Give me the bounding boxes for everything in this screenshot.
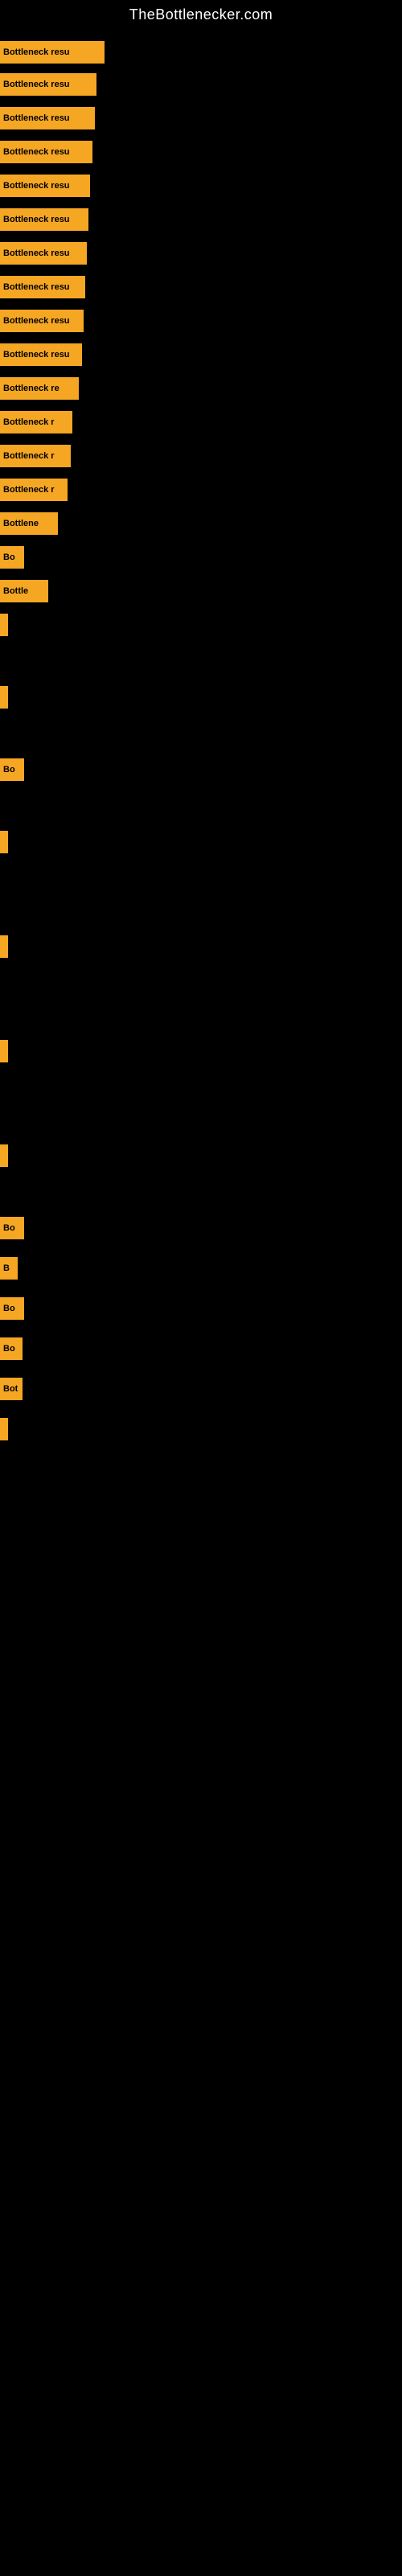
bar-item: Bottleneck re xyxy=(0,377,79,400)
bar-label: Bottleneck resu xyxy=(3,113,70,123)
bar: Bot xyxy=(0,1378,23,1400)
bar-item: Bo xyxy=(0,546,24,569)
bar xyxy=(0,1040,8,1062)
bar-item: Bot xyxy=(0,1378,23,1400)
bar-item: Bo xyxy=(0,1217,24,1239)
bar-item: Bottleneck resu xyxy=(0,175,90,197)
bar-label: Bo xyxy=(3,553,15,562)
bar-item xyxy=(0,686,8,709)
bar-item xyxy=(0,935,8,958)
chart-area: Bottleneck resu Bottleneck resu Bottleneck… xyxy=(0,27,402,2576)
bar: Bottleneck r xyxy=(0,479,68,501)
bar-label: Bottleneck resu xyxy=(3,215,70,224)
bar-item: Bottleneck resu xyxy=(0,107,95,129)
bar-item: Bottleneck resu xyxy=(0,208,88,231)
bar: Bottleneck resu xyxy=(0,276,85,298)
bar: Bottleneck resu xyxy=(0,343,82,366)
bar-label: Bottleneck r xyxy=(3,417,55,427)
bar-label: Bottleneck resu xyxy=(3,47,70,57)
bar-label: Bo xyxy=(3,765,15,774)
bar: Bottleneck re xyxy=(0,377,79,400)
bar xyxy=(0,1418,8,1440)
bar: Bo xyxy=(0,546,24,569)
bar-item: Bo xyxy=(0,1297,24,1320)
bar-item: Bottleneck resu xyxy=(0,242,87,265)
bar-item: Bottle xyxy=(0,580,48,602)
bar-item: Bottleneck resu xyxy=(0,73,96,96)
bar-item: Bottleneck resu xyxy=(0,310,84,332)
bar-item xyxy=(0,1418,8,1440)
bar-label: Bot xyxy=(3,1384,18,1394)
bar-label: Bottleneck resu xyxy=(3,181,70,191)
bar xyxy=(0,686,8,709)
bar xyxy=(0,935,8,958)
bar-label: B xyxy=(3,1263,10,1273)
bar-item: Bottleneck r xyxy=(0,479,68,501)
bar-label: Bottleneck resu xyxy=(3,80,70,89)
bar-label: Bottleneck resu xyxy=(3,316,70,326)
bar-item xyxy=(0,1040,8,1062)
bar-label: Bottle xyxy=(3,586,28,596)
bar-item: Bottleneck resu xyxy=(0,343,82,366)
bar-label: Bottleneck resu xyxy=(3,249,70,258)
bar: Bottleneck resu xyxy=(0,41,105,64)
bar-item xyxy=(0,614,8,636)
bar-item: Bo xyxy=(0,1337,23,1360)
bar: Bottleneck resu xyxy=(0,73,96,96)
bar: Bo xyxy=(0,1337,23,1360)
bar: Bottleneck resu xyxy=(0,242,87,265)
bar-label: Bottleneck resu xyxy=(3,147,70,157)
bar: Bo xyxy=(0,1297,24,1320)
bar: Bottleneck resu xyxy=(0,141,92,163)
bar xyxy=(0,1144,8,1167)
bar: Bottle xyxy=(0,580,48,602)
bar: Bottleneck r xyxy=(0,411,72,433)
bar-item: Bottleneck r xyxy=(0,445,71,467)
bar-label: Bo xyxy=(3,1304,15,1313)
bar-item: Bottleneck resu xyxy=(0,141,92,163)
bar-label: Bottleneck r xyxy=(3,485,55,495)
bar xyxy=(0,831,8,853)
bar-item: B xyxy=(0,1257,18,1280)
bar: Bo xyxy=(0,1217,24,1239)
bar-label: Bottleneck resu xyxy=(3,350,70,359)
bar: Bottleneck resu xyxy=(0,175,90,197)
bar-label: Bottleneck resu xyxy=(3,282,70,292)
bar-label: Bottleneck re xyxy=(3,384,59,393)
bar-label: Bottleneck r xyxy=(3,451,55,461)
bar-item xyxy=(0,831,8,853)
bar-item: Bottleneck resu xyxy=(0,276,85,298)
bar-label: Bottlene xyxy=(3,519,39,528)
bar-label: Bo xyxy=(3,1223,15,1233)
bar: Bottleneck resu xyxy=(0,310,84,332)
bar: Bottleneck resu xyxy=(0,107,95,129)
bar-item: Bottlene xyxy=(0,512,58,535)
bar: Bo xyxy=(0,758,24,781)
bar-item: Bo xyxy=(0,758,24,781)
bar-item xyxy=(0,1144,8,1167)
bar: Bottlene xyxy=(0,512,58,535)
bar: Bottleneck r xyxy=(0,445,71,467)
bar-item: Bottleneck r xyxy=(0,411,72,433)
bar-label: Bo xyxy=(3,1344,15,1354)
bar-item: Bottleneck resu xyxy=(0,41,105,64)
site-title: TheBottlenecker.com xyxy=(0,0,402,27)
bar: B xyxy=(0,1257,18,1280)
bar: Bottleneck resu xyxy=(0,208,88,231)
bar xyxy=(0,614,8,636)
